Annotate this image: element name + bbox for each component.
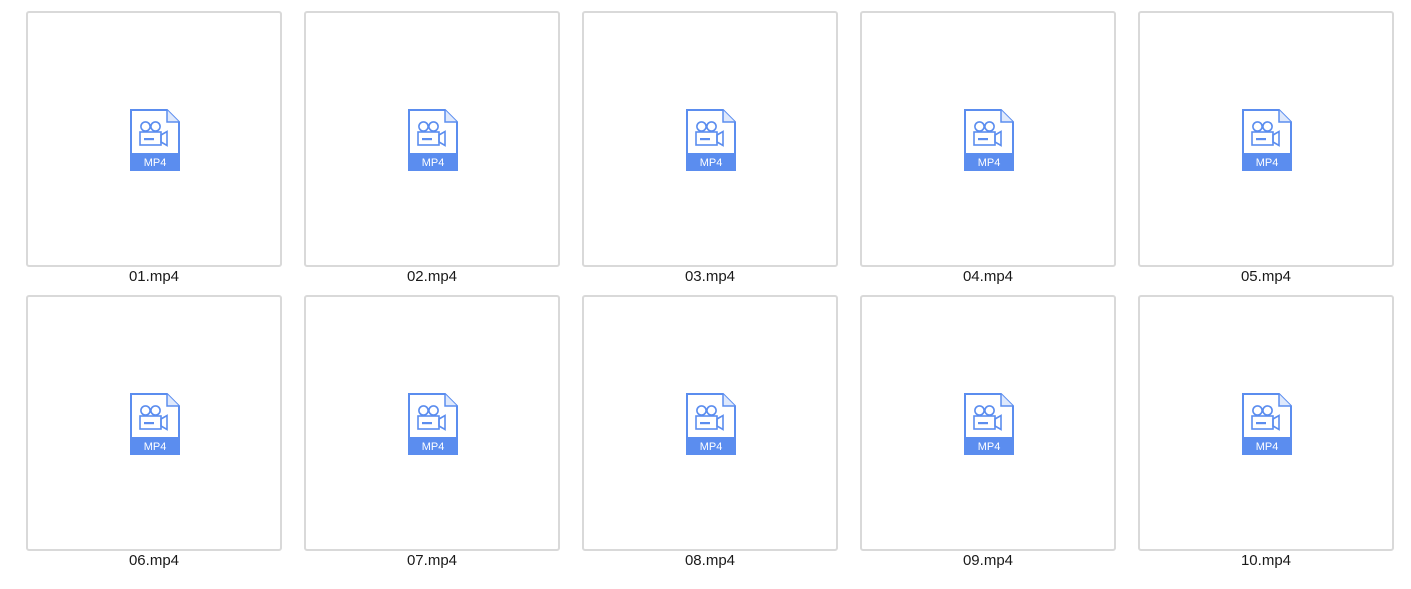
file-tile[interactable]: MP4 08.mp4 [582,295,838,579]
file-name-label[interactable]: 04.mp4 [860,268,1116,286]
svg-text:MP4: MP4 [1256,441,1279,453]
svg-text:MP4: MP4 [422,157,445,169]
file-tile[interactable]: MP4 04.mp4 [860,11,1116,295]
svg-text:MP4: MP4 [144,441,167,453]
file-thumbnail[interactable]: MP4 [582,295,838,551]
file-name-label[interactable]: 07.mp4 [304,552,560,570]
file-thumbnail[interactable]: MP4 [1138,295,1394,551]
svg-text:MP4: MP4 [700,441,723,453]
file-name-label[interactable]: 05.mp4 [1138,268,1394,286]
file-thumbnail[interactable]: MP4 [26,295,282,551]
file-tile[interactable]: MP4 10.mp4 [1138,295,1394,579]
svg-text:MP4: MP4 [978,157,1001,169]
video-file-icon: MP4 [686,109,736,171]
svg-text:MP4: MP4 [422,441,445,453]
file-name-label[interactable]: 01.mp4 [26,268,282,286]
video-file-icon: MP4 [1242,109,1292,171]
file-tile[interactable]: MP4 03.mp4 [582,11,838,295]
file-name-label[interactable]: 06.mp4 [26,552,282,570]
file-tile[interactable]: MP4 07.mp4 [304,295,560,579]
video-file-icon: MP4 [130,393,180,455]
file-thumbnail[interactable]: MP4 [860,11,1116,267]
file-tile[interactable]: MP4 06.mp4 [26,295,282,579]
file-thumbnail[interactable]: MP4 [860,295,1116,551]
svg-text:MP4: MP4 [700,157,723,169]
file-tile[interactable]: MP4 02.mp4 [304,11,560,295]
file-name-label[interactable]: 03.mp4 [582,268,838,286]
file-name-label[interactable]: 02.mp4 [304,268,560,286]
file-thumbnail[interactable]: MP4 [26,11,282,267]
video-file-icon: MP4 [1242,393,1292,455]
video-file-icon: MP4 [408,109,458,171]
video-file-icon: MP4 [686,393,736,455]
file-grid: MP4 01.mp4 MP4 02.mp4 MP4 03.mp4 MP4 04.… [26,11,1394,579]
svg-text:MP4: MP4 [978,441,1001,453]
file-name-label[interactable]: 10.mp4 [1138,552,1394,570]
file-thumbnail[interactable]: MP4 [304,11,560,267]
video-file-icon: MP4 [964,393,1014,455]
file-name-label[interactable]: 08.mp4 [582,552,838,570]
file-tile[interactable]: MP4 05.mp4 [1138,11,1394,295]
file-tile[interactable]: MP4 01.mp4 [26,11,282,295]
file-tile[interactable]: MP4 09.mp4 [860,295,1116,579]
file-name-label[interactable]: 09.mp4 [860,552,1116,570]
video-file-icon: MP4 [130,109,180,171]
file-thumbnail[interactable]: MP4 [1138,11,1394,267]
video-file-icon: MP4 [408,393,458,455]
svg-text:MP4: MP4 [1256,157,1279,169]
file-thumbnail[interactable]: MP4 [582,11,838,267]
video-file-icon: MP4 [964,109,1014,171]
file-thumbnail[interactable]: MP4 [304,295,560,551]
svg-text:MP4: MP4 [144,157,167,169]
